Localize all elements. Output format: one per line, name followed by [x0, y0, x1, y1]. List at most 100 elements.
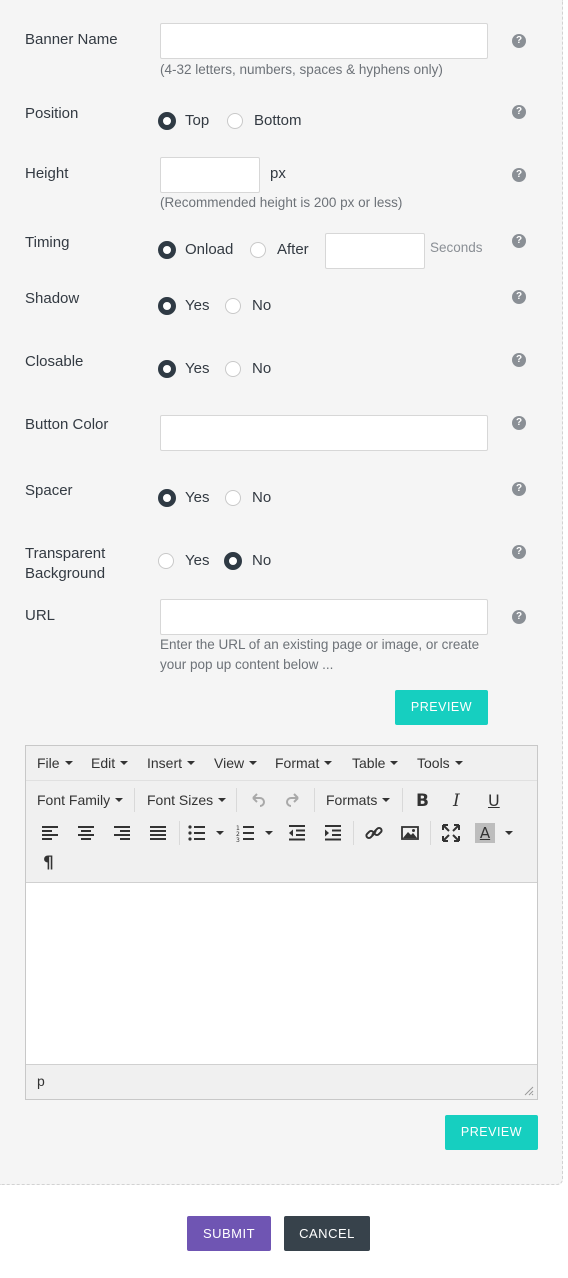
menu-table[interactable]: Table: [352, 755, 399, 771]
button-color-input[interactable]: [160, 415, 488, 451]
help-icon[interactable]: ?: [512, 34, 526, 48]
toolbar-separator: [134, 788, 135, 812]
menu-format[interactable]: Format: [275, 755, 333, 771]
outdent-icon[interactable]: [287, 823, 307, 843]
help-icon[interactable]: ?: [512, 290, 526, 304]
shadow-no-radio[interactable]: [225, 298, 241, 314]
numbered-list-icon[interactable]: 123: [236, 823, 256, 843]
form-panel: Banner Name (4-32 letters, numbers, spac…: [0, 0, 563, 1185]
align-center-icon[interactable]: [76, 823, 96, 843]
spacer-no-label: No: [252, 489, 272, 506]
position-top-radio[interactable]: [158, 112, 176, 130]
timing-after-radio[interactable]: [250, 242, 266, 258]
position-top-label: Top: [185, 112, 210, 129]
help-icon[interactable]: ?: [512, 168, 526, 182]
transparent-yes-label: Yes: [185, 552, 210, 569]
text-color-icon[interactable]: A: [475, 823, 495, 843]
status-path[interactable]: p: [37, 1073, 45, 1089]
timing-onload-label: Onload: [185, 241, 234, 258]
resize-handle-icon[interactable]: [524, 1086, 534, 1096]
formats-select[interactable]: Formats: [326, 792, 391, 808]
font-family-select[interactable]: Font Family: [37, 792, 124, 808]
bullet-list-dropdown-icon[interactable]: [216, 831, 224, 835]
align-justify-icon[interactable]: [148, 823, 168, 843]
url-help-line2: your pop up content below ...: [160, 657, 334, 672]
closable-yes-radio[interactable]: [158, 360, 176, 378]
menu-file[interactable]: File: [37, 755, 73, 771]
font-sizes-select[interactable]: Font Sizes: [147, 792, 227, 808]
timing-label: Timing: [25, 234, 70, 251]
editor-preview-button[interactable]: PREVIEW: [445, 1115, 538, 1150]
timing-after-label: After: [277, 241, 309, 258]
menu-edit[interactable]: Edit: [91, 755, 129, 771]
banner-name-input[interactable]: [160, 23, 488, 59]
toolbar-separator: [179, 821, 180, 845]
bold-icon[interactable]: B: [416, 791, 429, 811]
underline-icon[interactable]: U: [488, 791, 500, 810]
submit-button[interactable]: SUBMIT: [187, 1216, 271, 1251]
position-label: Position: [25, 105, 79, 122]
editor-menubar: File Edit Insert View Format Table Tools: [26, 746, 537, 781]
help-icon[interactable]: ?: [512, 610, 526, 624]
text-color-dropdown-icon[interactable]: [505, 831, 513, 835]
url-preview-button[interactable]: PREVIEW: [395, 690, 488, 725]
help-icon[interactable]: ?: [512, 482, 526, 496]
help-icon[interactable]: ?: [512, 105, 526, 119]
align-left-icon[interactable]: [40, 823, 60, 843]
image-icon[interactable]: [400, 823, 420, 843]
numbered-list-dropdown-icon[interactable]: [265, 831, 273, 835]
link-icon[interactable]: [364, 823, 384, 843]
closable-no-radio[interactable]: [225, 361, 241, 377]
banner-name-label: Banner Name: [25, 31, 118, 48]
spacer-label: Spacer: [25, 482, 73, 499]
url-help-line1: Enter the URL of an existing page or ima…: [160, 637, 480, 652]
svg-text:3: 3: [236, 837, 240, 843]
editor-content-area[interactable]: [26, 882, 537, 1065]
timing-seconds-input[interactable]: [325, 233, 425, 269]
button-color-label: Button Color: [25, 416, 109, 433]
toolbar-separator: [430, 821, 431, 845]
transparent-yes-radio[interactable]: [158, 553, 174, 569]
help-icon[interactable]: ?: [512, 353, 526, 367]
height-help: (Recommended height is 200 px or less): [160, 195, 403, 210]
transparent-bg-label-line1: Transparent: [25, 545, 106, 562]
height-label: Height: [25, 165, 69, 182]
rich-text-editor: File Edit Insert View Format Table Tools…: [25, 745, 538, 1100]
menu-tools[interactable]: Tools: [417, 755, 463, 771]
editor-statusbar: p: [26, 1064, 537, 1099]
banner-name-help: (4-32 letters, numbers, spaces & hyphens…: [160, 62, 443, 77]
shadow-yes-radio[interactable]: [158, 297, 176, 315]
italic-icon[interactable]: I: [453, 791, 460, 811]
height-input[interactable]: [160, 157, 260, 193]
redo-icon[interactable]: [283, 790, 303, 810]
cancel-button[interactable]: CANCEL: [284, 1216, 370, 1251]
transparent-bg-label-line2: Background: [25, 565, 106, 582]
paragraph-icon[interactable]: ¶: [43, 853, 54, 873]
help-icon[interactable]: ?: [512, 234, 526, 248]
shadow-no-label: No: [252, 297, 272, 314]
spacer-no-radio[interactable]: [225, 490, 241, 506]
bullet-list-icon[interactable]: [187, 823, 207, 843]
help-icon[interactable]: ?: [512, 545, 526, 559]
toolbar-separator: [402, 788, 403, 812]
transparent-no-radio[interactable]: [224, 552, 242, 570]
toolbar-separator: [236, 788, 237, 812]
indent-icon[interactable]: [323, 823, 343, 843]
spacer-yes-radio[interactable]: [158, 489, 176, 507]
position-bottom-radio[interactable]: [227, 113, 243, 129]
spacer-yes-label: Yes: [185, 489, 210, 506]
undo-icon[interactable]: [248, 790, 268, 810]
menu-insert[interactable]: Insert: [147, 755, 196, 771]
timing-onload-radio[interactable]: [158, 241, 176, 259]
align-right-icon[interactable]: [112, 823, 132, 843]
url-input[interactable]: [160, 599, 488, 635]
menu-view[interactable]: View: [214, 755, 258, 771]
transparent-no-label: No: [252, 552, 272, 569]
url-label: URL: [25, 607, 56, 624]
height-unit: px: [270, 165, 286, 182]
fullscreen-icon[interactable]: [441, 823, 461, 843]
toolbar-separator: [314, 788, 315, 812]
help-icon[interactable]: ?: [512, 416, 526, 430]
shadow-yes-label: Yes: [185, 297, 210, 314]
closable-label: Closable: [25, 353, 84, 370]
